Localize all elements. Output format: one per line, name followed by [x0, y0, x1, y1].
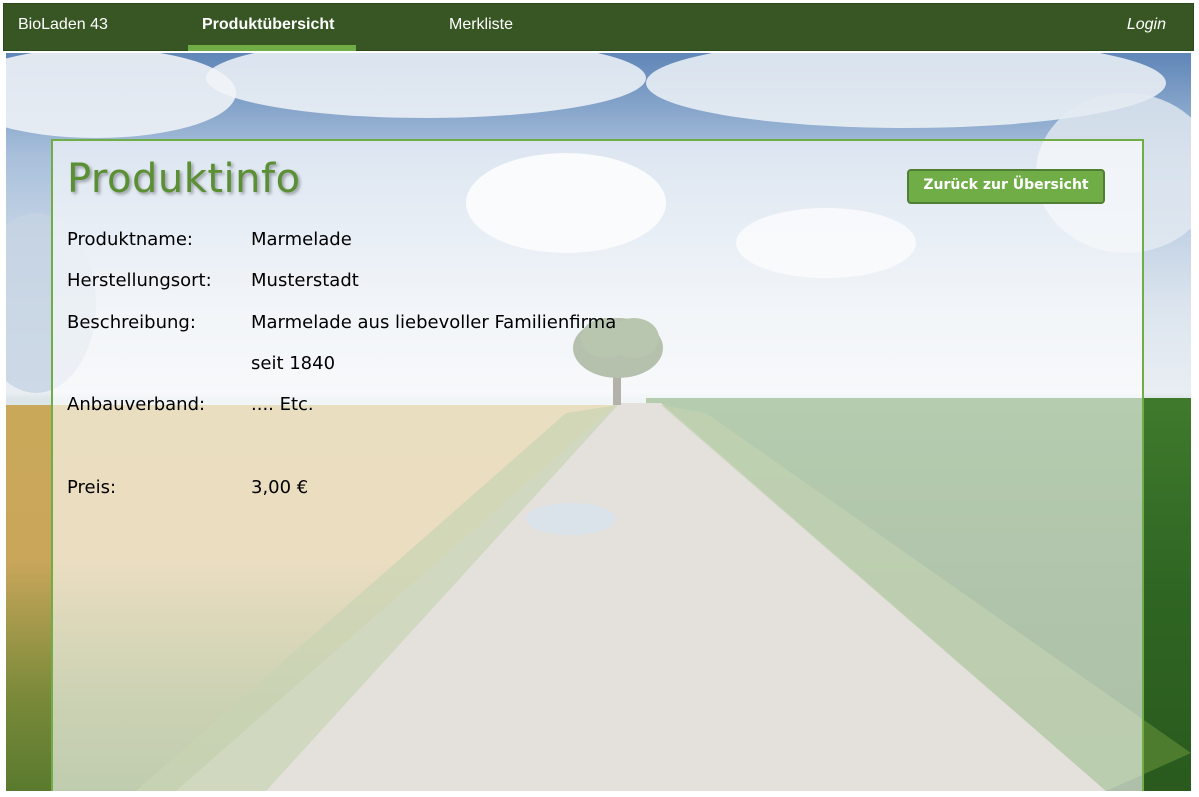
- page-title: Produktinfo: [67, 156, 301, 202]
- brand-link[interactable]: BioLaden 43: [18, 15, 108, 35]
- top-navigation-bar: BioLaden 43 Produktübersicht Merkliste L…: [3, 3, 1194, 51]
- price-value: 3,00 €: [251, 477, 309, 498]
- association-label: Anbauverband:: [67, 394, 206, 415]
- price-label: Preis:: [67, 477, 117, 498]
- nav-item-wishlist[interactable]: Merkliste: [449, 15, 513, 35]
- description-value-line2: seit 1840: [251, 353, 336, 374]
- origin-label: Herstellungsort:: [67, 270, 212, 291]
- product-name-value: Marmelade: [251, 229, 352, 250]
- active-tab-indicator: [188, 45, 356, 51]
- back-to-overview-button[interactable]: Zurück zur Übersicht: [907, 169, 1105, 204]
- description-value-line1: Marmelade aus liebevoller Familienfirma: [251, 312, 617, 333]
- nav-item-products[interactable]: Produktübersicht: [202, 15, 334, 35]
- description-label: Beschreibung:: [67, 312, 196, 333]
- association-value: .... Etc.: [251, 394, 314, 415]
- app-window: BioLaden 43 Produktübersicht Merkliste L…: [3, 3, 1194, 791]
- origin-value: Musterstadt: [251, 270, 359, 291]
- product-name-label: Produktname:: [67, 229, 193, 250]
- login-link[interactable]: Login: [1127, 15, 1166, 35]
- background-landscape-image: Produktinfo Zurück zur Übersicht Produkt…: [6, 53, 1191, 791]
- product-info-panel: Produktinfo Zurück zur Übersicht Produkt…: [51, 139, 1144, 791]
